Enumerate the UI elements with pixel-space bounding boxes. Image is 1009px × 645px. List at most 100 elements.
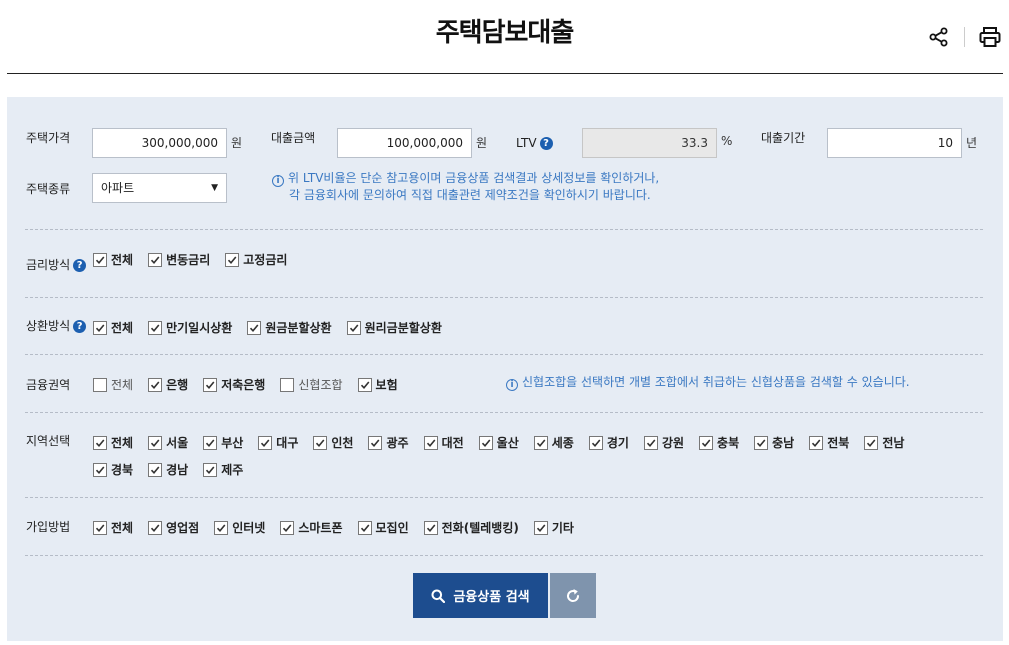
join-method-checkbox-0[interactable]: 전체 xyxy=(93,519,133,536)
checkbox-checked-icon[interactable] xyxy=(423,435,438,450)
rate-type-checkbox-1[interactable]: 변동금리 xyxy=(148,251,210,268)
region-checkbox-14[interactable]: 전남 xyxy=(864,434,904,451)
region-checkbox-7[interactable]: 울산 xyxy=(478,434,519,451)
region-checkbox-6[interactable]: 대전 xyxy=(423,434,464,451)
finance-sector-checkbox-3[interactable]: 신협조합 xyxy=(280,376,343,393)
checkbox-checked-icon[interactable] xyxy=(368,435,383,450)
region-label: 지역선택 xyxy=(26,434,71,448)
join-method-checkbox-5[interactable]: 전화(텔레뱅킹) xyxy=(423,519,519,536)
join-method-checkbox-4[interactable]: 모집인 xyxy=(357,519,409,536)
checkbox-checked-icon[interactable] xyxy=(478,435,493,450)
finance-sector-option-label: 은행 xyxy=(166,378,189,392)
checkbox-checked-icon[interactable] xyxy=(93,252,107,267)
house-price-input[interactable]: 300,000,000 xyxy=(92,128,227,158)
region-checkbox-5[interactable]: 광주 xyxy=(368,434,409,451)
checkbox-checked-icon[interactable] xyxy=(148,462,163,477)
checkbox-checked-icon[interactable] xyxy=(203,377,218,392)
region-checkbox-9[interactable]: 경기 xyxy=(588,434,629,451)
rate-type-checkbox-2[interactable]: 고정금리 xyxy=(225,251,287,268)
checkbox-checked-icon[interactable] xyxy=(225,252,240,267)
checkbox-checked-icon[interactable] xyxy=(754,435,769,450)
repay-type-option-label: 원금분할상환 xyxy=(265,321,332,335)
region-checkbox-1[interactable]: 서울 xyxy=(148,434,188,451)
region-checkbox-13[interactable]: 전북 xyxy=(809,434,849,451)
join-method-option-label: 기타 xyxy=(551,521,574,535)
checkbox-checked-icon[interactable] xyxy=(423,520,438,535)
region-checkbox-0[interactable]: 경북 xyxy=(93,461,133,478)
region-checkbox-4[interactable]: 인천 xyxy=(313,434,353,451)
checkbox-checked-icon[interactable] xyxy=(148,320,163,335)
join-method-checkbox-3[interactable]: 스마트폰 xyxy=(280,519,343,536)
loan-period-input[interactable]: 10 xyxy=(827,128,962,158)
region-checkbox-2[interactable]: 제주 xyxy=(203,461,243,478)
repay-type-help-icon[interactable]: ? xyxy=(73,320,87,333)
checkbox-checked-icon[interactable] xyxy=(148,520,163,535)
checkbox-checked-icon[interactable] xyxy=(643,435,658,450)
region-checkbox-0[interactable]: 전체 xyxy=(93,434,133,451)
section-divider xyxy=(25,555,983,556)
share-icon[interactable] xyxy=(926,24,952,50)
ltv-unit: % xyxy=(721,134,733,148)
search-button[interactable]: 금융상품 검색 xyxy=(413,573,548,618)
checkbox-checked-icon[interactable] xyxy=(280,520,295,535)
region-checkbox-8[interactable]: 세종 xyxy=(533,434,574,451)
join-method-option-label: 스마트폰 xyxy=(298,521,343,535)
region-checkbox-2[interactable]: 부산 xyxy=(203,434,243,451)
checkbox-empty-icon[interactable] xyxy=(280,377,295,392)
finance-sector-checkbox-1[interactable]: 은행 xyxy=(148,376,188,393)
checkbox-checked-icon[interactable] xyxy=(699,435,714,450)
repay-type-checkbox-3[interactable]: 원리금분할상환 xyxy=(346,319,442,336)
region-checkbox-12[interactable]: 충남 xyxy=(754,434,794,451)
checkbox-checked-icon[interactable] xyxy=(93,320,107,335)
region-checkbox-1[interactable]: 경남 xyxy=(148,461,188,478)
checkbox-checked-icon[interactable] xyxy=(148,377,163,392)
repay-type-checkbox-2[interactable]: 원금분할상환 xyxy=(247,319,332,336)
checkbox-checked-icon[interactable] xyxy=(93,520,107,535)
checkbox-checked-icon[interactable] xyxy=(346,320,361,335)
checkbox-checked-icon[interactable] xyxy=(148,252,163,267)
join-method-option-label: 전체 xyxy=(111,521,134,535)
checkbox-checked-icon[interactable] xyxy=(357,520,372,535)
repay-type-checkbox-1[interactable]: 만기일시상환 xyxy=(148,319,232,336)
region-checkbox-3[interactable]: 대구 xyxy=(258,434,298,451)
region-checkbox-11[interactable]: 충북 xyxy=(699,434,739,451)
checkbox-checked-icon[interactable] xyxy=(148,435,163,450)
checkbox-checked-icon[interactable] xyxy=(357,377,372,392)
join-method-option-label: 전화(텔레뱅킹) xyxy=(441,521,519,535)
checkbox-checked-icon[interactable] xyxy=(258,435,273,450)
finance-sector-checkbox-4[interactable]: 보험 xyxy=(357,376,398,393)
join-method-option-label: 모집인 xyxy=(375,521,409,535)
checkbox-checked-icon[interactable] xyxy=(93,435,107,450)
rate-type-help-icon[interactable]: ? xyxy=(73,259,87,272)
checkbox-checked-icon[interactable] xyxy=(203,435,218,450)
join-method-checkbox-1[interactable]: 영업점 xyxy=(148,519,199,536)
checkbox-checked-icon[interactable] xyxy=(809,435,824,450)
repay-type-checkbox-0[interactable]: 전체 xyxy=(93,319,133,336)
finance-sector-checkbox-0[interactable]: 전체 xyxy=(93,376,133,393)
checkbox-empty-icon[interactable] xyxy=(93,377,107,392)
ltv-notice-line1-row: i 위 LTV비율은 단순 참고용이며 금융상품 검색결과 상세정보를 확인하거나… xyxy=(272,170,659,187)
house-type-select[interactable]: 아파트 ▼ xyxy=(92,173,227,203)
checkbox-checked-icon[interactable] xyxy=(533,435,548,450)
checkbox-checked-icon[interactable] xyxy=(588,435,603,450)
print-icon[interactable] xyxy=(977,24,1003,50)
join-method-checkbox-2[interactable]: 인터넷 xyxy=(214,519,265,536)
repay-type-label-text: 상환방식 xyxy=(26,319,71,333)
checkbox-checked-icon[interactable] xyxy=(247,320,262,335)
repay-type-options: 전체 만기일시상환 원금분할상환 원리금분할상환 xyxy=(93,319,457,336)
checkbox-checked-icon[interactable] xyxy=(203,462,218,477)
checkbox-checked-icon[interactable] xyxy=(313,435,328,450)
region-checkbox-10[interactable]: 강원 xyxy=(643,434,684,451)
loan-amount-input[interactable]: 100,000,000 xyxy=(337,128,472,158)
join-method-checkbox-6[interactable]: 기타 xyxy=(533,519,574,536)
checkbox-checked-icon[interactable] xyxy=(93,462,107,477)
checkbox-checked-icon[interactable] xyxy=(864,435,879,450)
ltv-help-icon[interactable]: ? xyxy=(539,137,553,150)
finance-sector-checkbox-2[interactable]: 저축은행 xyxy=(203,376,265,393)
search-icon xyxy=(431,589,446,603)
loan-amount-label: 대출금액 xyxy=(271,131,316,145)
checkbox-checked-icon[interactable] xyxy=(214,520,229,535)
rate-type-checkbox-0[interactable]: 전체 xyxy=(93,251,133,268)
reset-button[interactable] xyxy=(550,573,596,618)
checkbox-checked-icon[interactable] xyxy=(533,520,548,535)
